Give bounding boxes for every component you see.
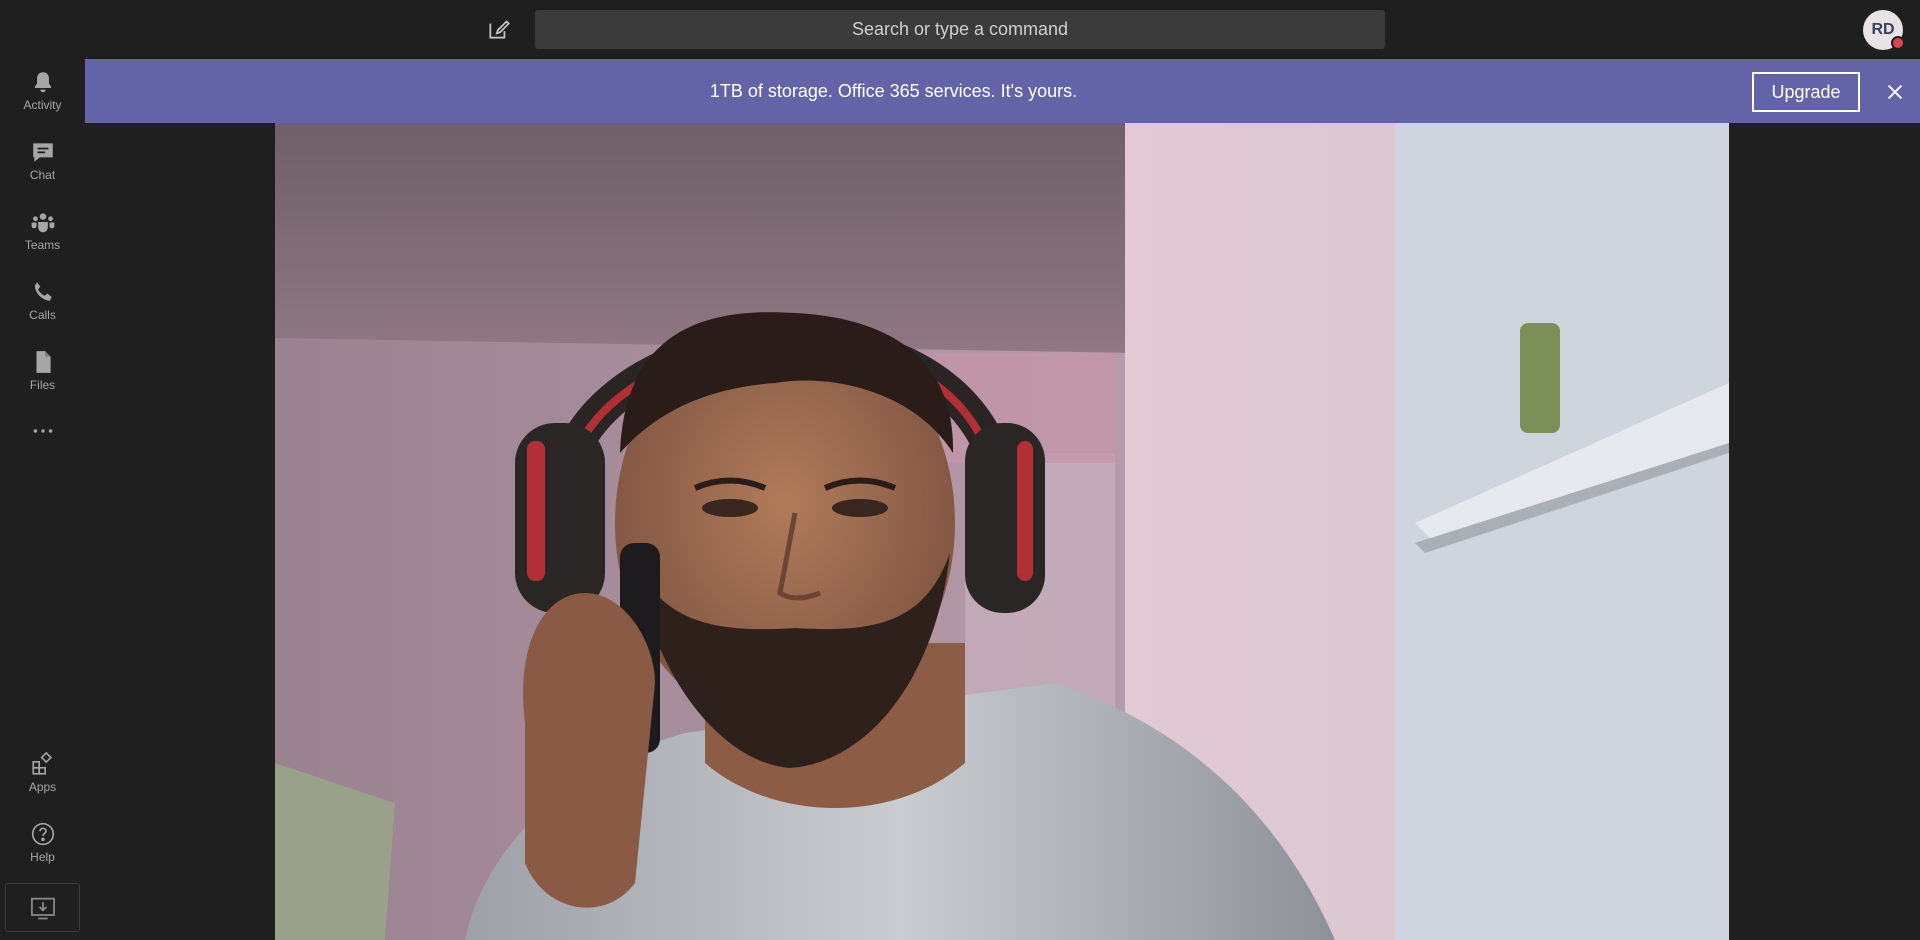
presence-status-icon bbox=[1891, 36, 1905, 50]
rail-label-teams: Teams bbox=[24, 237, 61, 252]
rail-item-apps[interactable]: Apps bbox=[0, 741, 85, 803]
rail-item-activity[interactable]: Activity bbox=[0, 59, 85, 121]
avatar-initials: RD bbox=[1871, 21, 1895, 38]
search-input[interactable]: Search or type a command bbox=[535, 10, 1385, 49]
download-button[interactable] bbox=[5, 883, 80, 932]
rail-label-apps: Apps bbox=[28, 779, 57, 794]
rail-item-more[interactable] bbox=[0, 413, 85, 449]
phone-icon bbox=[34, 281, 52, 301]
close-icon[interactable] bbox=[1884, 81, 1906, 103]
search-placeholder: Search or type a command bbox=[851, 19, 1069, 39]
more-icon bbox=[33, 429, 52, 433]
camera-feed-image bbox=[275, 123, 1729, 940]
file-icon bbox=[36, 350, 51, 373]
rail-label-calls: Calls bbox=[29, 307, 56, 322]
apps-icon bbox=[31, 751, 52, 775]
video-feed bbox=[275, 123, 1729, 940]
chat-icon bbox=[32, 142, 53, 162]
help-icon bbox=[31, 822, 54, 845]
rail-label-activity: Activity bbox=[23, 97, 62, 112]
compose-icon[interactable] bbox=[486, 16, 512, 42]
app-bar: Activity Chat Teams Calls Files Apps Hel… bbox=[0, 59, 85, 940]
top-bar: Search or type a command RD bbox=[0, 0, 1920, 59]
promo-banner: 1TB of storage. Office 365 services. It'… bbox=[85, 59, 1920, 123]
avatar[interactable]: RD bbox=[1863, 10, 1905, 50]
bell-icon bbox=[34, 71, 51, 92]
teams-icon bbox=[31, 212, 54, 232]
rail-item-chat[interactable]: Chat bbox=[0, 129, 85, 191]
rail-item-help[interactable]: Help bbox=[0, 811, 85, 873]
download-icon bbox=[30, 897, 55, 919]
rail-label-chat: Chat bbox=[29, 167, 56, 182]
rail-item-calls[interactable]: Calls bbox=[0, 269, 85, 331]
banner-message: 1TB of storage. Office 365 services. It'… bbox=[709, 80, 1078, 101]
rail-label-files: Files bbox=[29, 377, 56, 392]
rail-item-teams[interactable]: Teams bbox=[0, 199, 85, 261]
rail-item-files[interactable]: Files bbox=[0, 339, 85, 401]
upgrade-button[interactable]: Upgrade bbox=[1752, 72, 1860, 112]
rail-label-help: Help bbox=[30, 849, 55, 864]
